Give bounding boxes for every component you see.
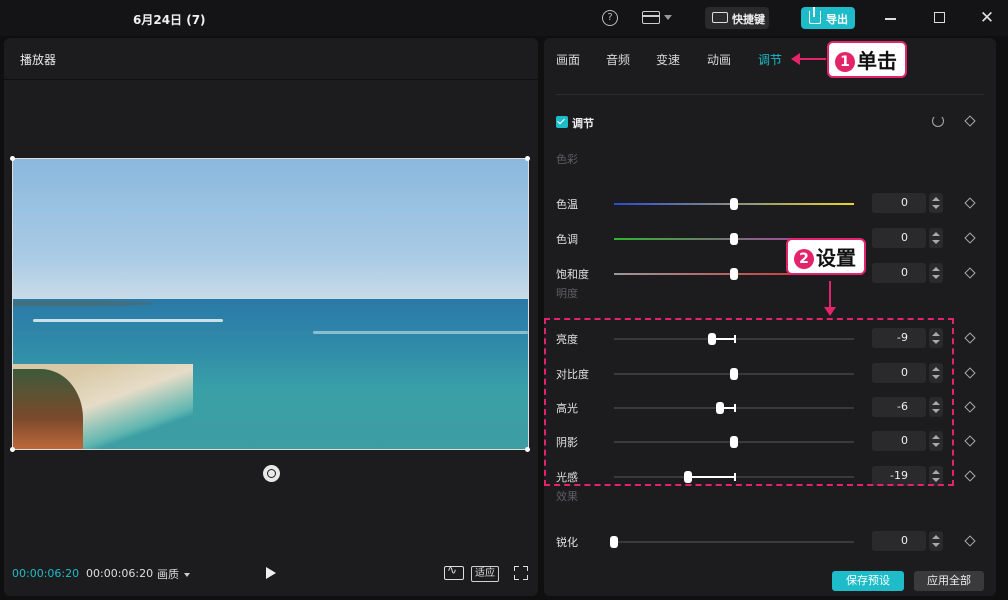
keyframe-icon[interactable] [964,367,976,379]
slider-label: 锐化 [556,536,578,549]
divider [556,94,984,95]
tab-picture[interactable]: 画面 [556,51,580,68]
crop-handle[interactable] [525,447,530,452]
slider-thumb[interactable] [730,268,738,280]
value-input[interactable]: 0 [872,263,926,283]
export-button[interactable]: 导出 [801,7,855,29]
value-input[interactable]: 0 [872,531,926,551]
adjust-checkbox[interactable] [556,116,568,128]
crop-handle[interactable] [10,447,15,452]
apply-all-button[interactable]: 应用全部 [914,571,984,591]
project-title: 6月24日 (7) [133,13,206,27]
adjust-panel: 画面 音频 变速 动画 调节 调节 色彩 色温 0 色调 0 饱和度 0 亮度 -9 对比度 0 高… [544,38,996,596]
keyframe-icon[interactable] [964,535,976,547]
help-icon[interactable]: ? [602,10,618,26]
total-time: 00:00:06:20 [86,567,154,580]
group-light: 明度 [556,287,578,300]
shortcut-label: 快捷键 [732,13,765,26]
tab-bar: 画面 音频 变速 动画 调节 [544,38,996,80]
player-panel: 播放器 00:00:06:20 00:00:06:20 画质 适应 [4,38,538,596]
keyframe-icon[interactable] [964,401,976,413]
export-label: 导出 [826,13,848,26]
annotation-arrow [824,281,836,316]
tab-animation[interactable]: 动画 [707,51,731,68]
value-stepper[interactable] [929,193,943,213]
keyboard-icon [712,12,728,23]
quality-label: 画质 [157,568,179,581]
group-effect: 效果 [556,490,578,503]
annotation-step1: 1 单击 [827,41,907,78]
waveform-icon[interactable] [444,563,464,580]
value-input[interactable]: 0 [872,228,926,248]
rotate-icon[interactable] [263,465,280,482]
value-stepper[interactable] [929,263,943,283]
chevron-down-icon [664,15,672,20]
video-preview[interactable] [12,158,529,450]
keyframe-icon[interactable] [964,435,976,447]
crop-handle[interactable] [525,156,530,161]
section-title: 调节 [572,117,594,130]
slider-track[interactable] [614,198,854,210]
value-stepper[interactable] [929,531,943,551]
annotation-highlight [544,318,954,486]
close-icon[interactable]: ✕ [978,8,996,28]
slider-label: 色调 [556,233,578,246]
keyframe-icon[interactable] [964,332,976,344]
keyframe-icon[interactable] [964,197,976,209]
chevron-down-icon [184,573,190,577]
value-input[interactable]: 0 [872,193,926,213]
tab-speed[interactable]: 变速 [656,51,680,68]
save-preset-button[interactable]: 保存预设 [832,571,904,591]
quality-dropdown[interactable]: 画质 [157,566,190,582]
slider-label: 饱和度 [556,268,589,281]
slider-thumb[interactable] [610,536,618,548]
tab-audio[interactable]: 音频 [606,51,630,68]
group-color: 色彩 [556,153,578,166]
keyframe-icon[interactable] [964,115,976,127]
minimize-icon[interactable] [885,18,896,20]
annotation-arrow [791,53,826,65]
annotation-step2: 2 设置 [786,238,866,275]
slider-label: 色温 [556,198,578,211]
play-icon[interactable] [266,567,276,579]
maximize-icon[interactable] [934,12,945,23]
keyframe-icon[interactable] [964,470,976,482]
player-title: 播放器 [4,38,538,80]
current-time: 00:00:06:20 [12,567,80,580]
slider-thumb[interactable] [730,198,738,210]
tab-adjust[interactable]: 调节 [758,51,782,68]
crop-handle[interactable] [10,156,15,161]
reset-icon[interactable] [932,115,944,127]
fullscreen-icon[interactable] [514,566,528,580]
keyframe-icon[interactable] [964,267,976,279]
shortcut-button[interactable]: 快捷键 [705,7,769,29]
fit-button[interactable]: 适应 [471,566,499,582]
slider-track[interactable] [610,536,854,548]
keyframe-icon[interactable] [964,232,976,244]
upload-icon [809,7,821,24]
title-bar: 6月24日 (7) ? 快捷键 导出 ✕ [0,0,1008,36]
slider-thumb[interactable] [730,233,738,245]
layout-icon[interactable] [641,10,674,26]
value-stepper[interactable] [929,228,943,248]
